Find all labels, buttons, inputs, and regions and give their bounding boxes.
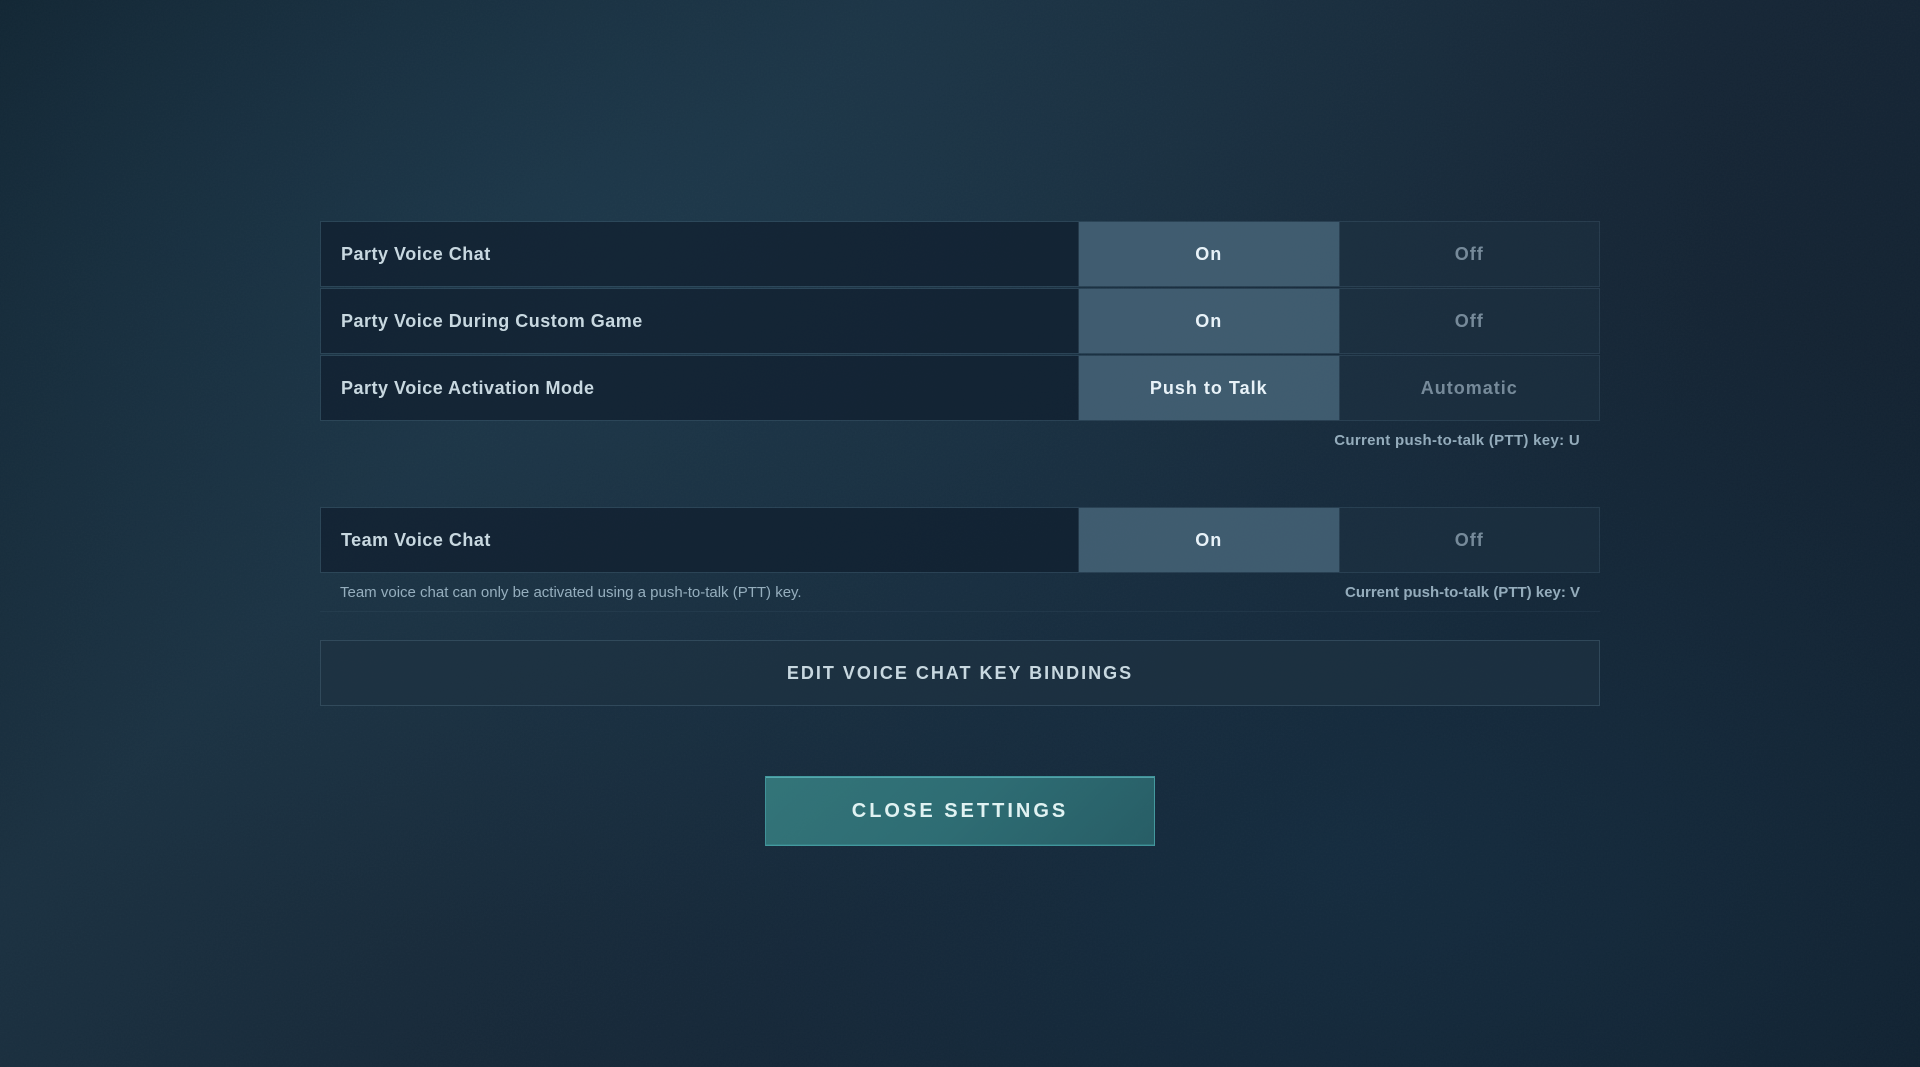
team-voice-note-text: Team voice chat can only be activated us… bbox=[320, 584, 822, 601]
close-settings-button[interactable]: CLOSE SETTINGS bbox=[765, 776, 1155, 846]
party-voice-automatic-button[interactable]: Automatic bbox=[1340, 356, 1600, 420]
party-voice-chat-row: Party Voice Chat On Off bbox=[320, 221, 1600, 287]
party-voice-custom-on-button[interactable]: On bbox=[1079, 289, 1339, 353]
party-voice-activation-label: Party Voice Activation Mode bbox=[321, 356, 1079, 420]
team-voice-chat-off-button[interactable]: Off bbox=[1340, 508, 1600, 572]
team-voice-chat-options: On Off bbox=[1079, 508, 1599, 572]
close-settings-area: CLOSE SETTINGS bbox=[320, 776, 1600, 846]
party-voice-activation-options: Push to Talk Automatic bbox=[1079, 356, 1599, 420]
settings-container: Party Voice Chat On Off Party Voice Duri… bbox=[320, 221, 1600, 846]
party-voice-chat-options: On Off bbox=[1079, 222, 1599, 286]
team-section: Team Voice Chat On Off Team voice chat c… bbox=[320, 507, 1600, 612]
party-voice-custom-options: On Off bbox=[1079, 289, 1599, 353]
party-voice-custom-off-button[interactable]: Off bbox=[1340, 289, 1600, 353]
edit-keybindings-button[interactable]: EDIT VOICE CHAT KEY BINDINGS bbox=[320, 640, 1600, 706]
party-voice-chat-on-button[interactable]: On bbox=[1079, 222, 1339, 286]
party-voice-custom-label: Party Voice During Custom Game bbox=[321, 289, 1079, 353]
team-voice-chat-row: Team Voice Chat On Off bbox=[320, 507, 1600, 573]
team-voice-chat-on-button[interactable]: On bbox=[1079, 508, 1339, 572]
party-voice-chat-label: Party Voice Chat bbox=[321, 222, 1079, 286]
party-section: Party Voice Chat On Off Party Voice Duri… bbox=[320, 221, 1600, 459]
team-info-row: Team voice chat can only be activated us… bbox=[320, 574, 1600, 612]
party-ptt-info-row: Current push-to-talk (PTT) key: U bbox=[320, 422, 1600, 459]
party-ptt-info-text: Current push-to-talk (PTT) key: U bbox=[1334, 432, 1580, 449]
team-ptt-info-text: Current push-to-talk (PTT) key: V bbox=[1080, 584, 1600, 601]
party-voice-ptt-button[interactable]: Push to Talk bbox=[1079, 356, 1339, 420]
party-voice-custom-row: Party Voice During Custom Game On Off bbox=[320, 288, 1600, 354]
party-voice-chat-off-button[interactable]: Off bbox=[1340, 222, 1600, 286]
team-voice-chat-label: Team Voice Chat bbox=[321, 508, 1079, 572]
party-voice-activation-row: Party Voice Activation Mode Push to Talk… bbox=[320, 355, 1600, 421]
